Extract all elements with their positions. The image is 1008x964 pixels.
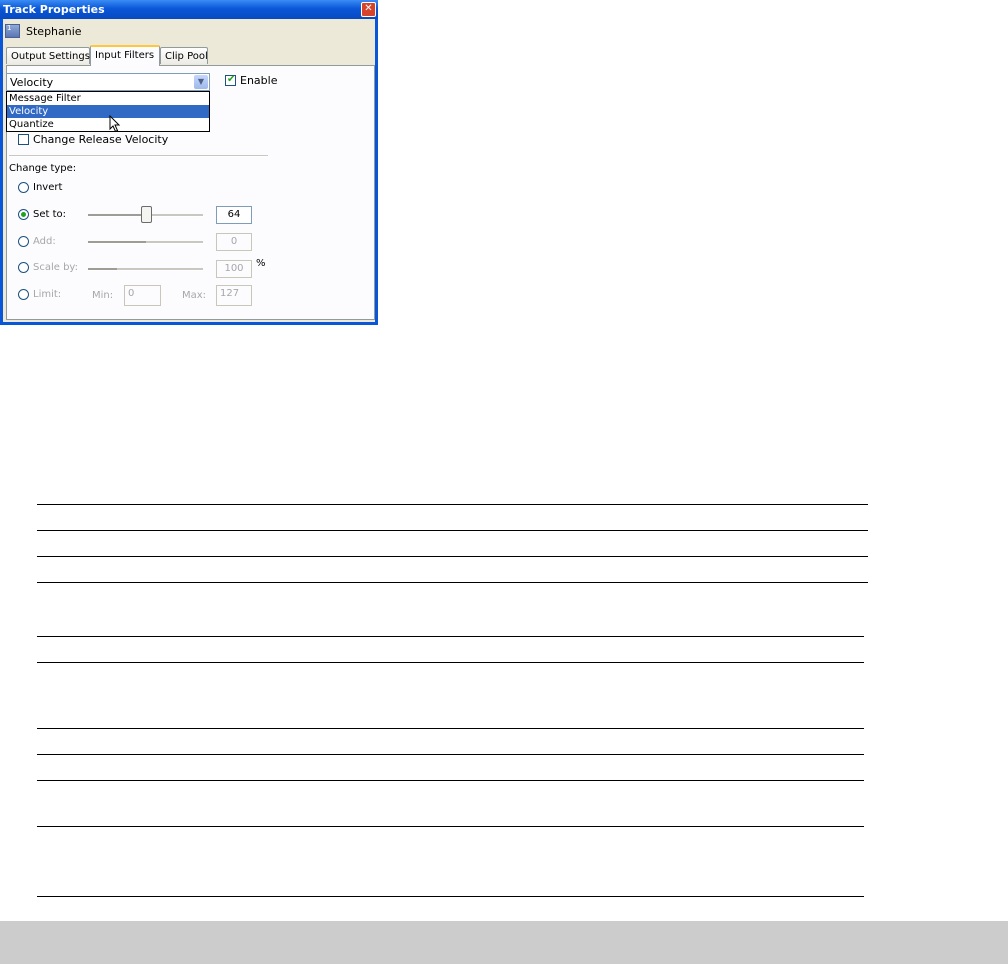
track-name: Stephanie xyxy=(26,25,82,38)
scale-by-value-field[interactable]: 100 xyxy=(216,260,252,278)
divider-line xyxy=(37,754,864,755)
divider-line xyxy=(37,530,868,531)
invert-radio[interactable] xyxy=(18,182,29,193)
chevron-down-icon[interactable]: ▼ xyxy=(194,75,208,89)
divider-line xyxy=(37,826,864,827)
scale-by-slider-track[interactable] xyxy=(88,268,203,271)
add-slider-track[interactable] xyxy=(88,241,203,244)
divider-line xyxy=(37,504,868,505)
scale-by-slider-fill xyxy=(88,268,117,270)
separator xyxy=(9,155,268,157)
add-slider-fill xyxy=(88,241,146,243)
filter-type-value: Velocity xyxy=(10,76,54,89)
window-title: Track Properties xyxy=(3,3,105,16)
divider-line xyxy=(37,662,864,663)
change-release-velocity-label: Change Release Velocity xyxy=(33,133,169,146)
add-radio[interactable] xyxy=(18,236,29,247)
divider-line xyxy=(37,556,868,557)
close-button[interactable]: ✕ xyxy=(361,2,376,17)
set-to-value-field[interactable]: 64 xyxy=(216,206,252,224)
enable-label: Enable xyxy=(240,74,278,87)
filter-type-select[interactable]: Velocity ▼ xyxy=(6,73,210,91)
add-label: Add: xyxy=(33,236,56,247)
limit-max-label: Max: xyxy=(182,290,207,301)
change-release-velocity-checkbox[interactable] xyxy=(18,134,29,145)
set-to-slider-fill xyxy=(88,214,146,216)
limit-label: Limit: xyxy=(33,289,62,300)
add-value-field[interactable]: 0 xyxy=(216,233,252,251)
limit-min-field[interactable]: 0 xyxy=(124,285,161,306)
scale-by-radio[interactable] xyxy=(18,262,29,273)
tab-clip-pool[interactable]: Clip Pool xyxy=(160,47,208,64)
set-to-radio[interactable] xyxy=(18,209,29,220)
footer-bar xyxy=(0,921,1008,964)
option-quantize[interactable]: Quantize xyxy=(7,118,209,131)
divider-line xyxy=(37,896,864,897)
limit-radio[interactable] xyxy=(18,289,29,300)
radio-selected-dot xyxy=(21,212,26,217)
tab-input-filters[interactable]: Input Filters xyxy=(90,45,160,66)
divider-line xyxy=(37,636,864,637)
divider-line xyxy=(37,582,868,583)
set-to-label: Set to: xyxy=(33,209,67,220)
filter-type-dropdown: Message Filter Velocity Quantize xyxy=(6,91,210,132)
divider-line xyxy=(37,728,864,729)
percent-unit-label: % xyxy=(256,258,266,269)
tab-output-settings[interactable]: Output Settings xyxy=(6,47,90,64)
option-velocity[interactable]: Velocity xyxy=(7,105,209,118)
divider-line xyxy=(37,780,864,781)
set-to-slider-thumb[interactable] xyxy=(141,206,152,223)
limit-max-field[interactable]: 127 xyxy=(216,285,252,306)
invert-label: Invert xyxy=(33,182,63,193)
mouse-cursor-icon xyxy=(109,115,121,133)
limit-min-label: Min: xyxy=(92,290,114,301)
scale-by-label: Scale by: xyxy=(33,262,78,273)
checkmark-icon: ✔ xyxy=(227,74,236,85)
enable-checkbox[interactable]: ✔ xyxy=(225,74,236,86)
track-icon: 1 xyxy=(5,24,20,38)
title-bar[interactable]: Track Properties ✕ xyxy=(0,0,378,19)
option-message-filter[interactable]: Message Filter xyxy=(7,92,209,105)
change-type-heading: Change type: xyxy=(9,163,77,174)
